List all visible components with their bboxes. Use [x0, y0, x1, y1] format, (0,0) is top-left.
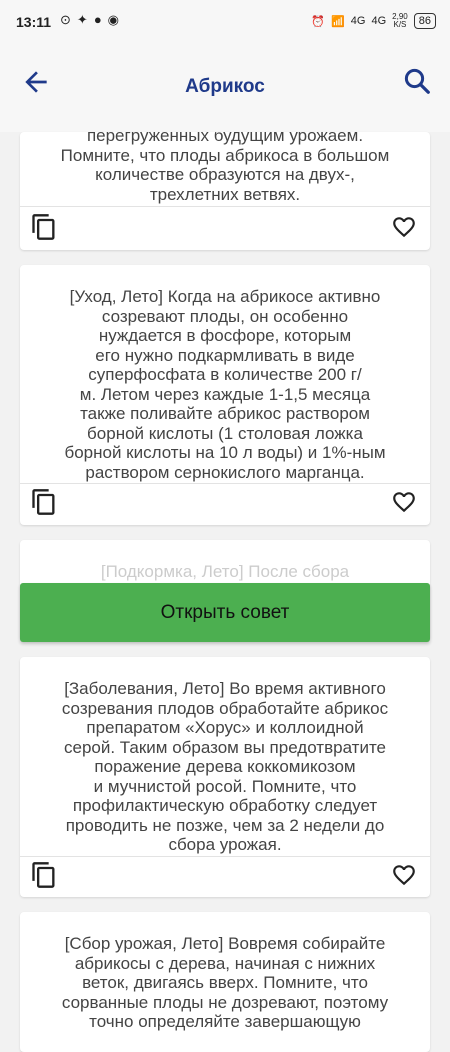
tip-card[interactable]: [Сбор урожая, Лето] Вовремя собирайте аб… — [20, 912, 430, 1052]
divider — [20, 483, 430, 484]
signal-1: 4G — [350, 15, 366, 27]
tip-card[interactable]: [Уход, Лето] Когда на абрикосе активно с… — [20, 265, 430, 525]
battery-indicator: 86 — [413, 13, 436, 29]
status-right: ⏰ 📶 4G 4G 2,90 K/S 86 — [311, 13, 436, 29]
alarm-icon: ⏰ — [311, 15, 326, 28]
g-icon: ⊙ — [60, 12, 71, 27]
tip-text: [Заболевания, Лето] Во время активного с… — [61, 679, 389, 854]
divider — [20, 206, 430, 207]
heart-outline-icon[interactable] — [390, 862, 418, 888]
app-bar: Абрикос — [0, 44, 450, 132]
tip-text: [Уход, Лето] Когда на абрикосе активно с… — [64, 287, 386, 482]
copy-icon[interactable] — [30, 860, 58, 890]
facebook-icon: ● — [93, 12, 102, 27]
notification-icons: ⊙ ✦ ● ◉ — [60, 12, 119, 28]
tip-text: [Подкормка, Лето] После сбора — [100, 562, 350, 581]
open-tip-button[interactable]: Открыть совет — [20, 583, 430, 642]
telegram-icon: ◉ — [107, 12, 120, 27]
net-speed: 2,90 K/S — [392, 12, 408, 29]
signal-2: 4G — [371, 15, 387, 27]
heart-outline-icon[interactable] — [390, 214, 418, 240]
wifi-icon: 📶 — [331, 15, 345, 28]
tip-text: [Сбор урожая, Лето] Вовремя собирайте аб… — [61, 934, 389, 1031]
divider — [20, 856, 430, 857]
search-icon[interactable] — [402, 66, 432, 96]
page-title: Абрикос — [185, 76, 265, 97]
status-bar: 13:11 ⊙ ✦ ● ◉ ⏰ 📶 4G 4G 2,90 K/S 86 — [0, 0, 450, 44]
heart-outline-icon[interactable] — [390, 489, 418, 515]
status-time: 13:11 — [16, 14, 52, 30]
tip-card[interactable]: [Заболевания, Лето] Во время активного с… — [20, 657, 430, 897]
copy-icon[interactable] — [30, 487, 58, 517]
copy-icon[interactable] — [30, 212, 58, 242]
tip-text: перегруженных будущим урожаем. Помните, … — [60, 132, 390, 204]
tip-card[interactable]: перегруженных будущим урожаем. Помните, … — [20, 132, 430, 250]
sparkle-icon: ✦ — [76, 12, 88, 27]
